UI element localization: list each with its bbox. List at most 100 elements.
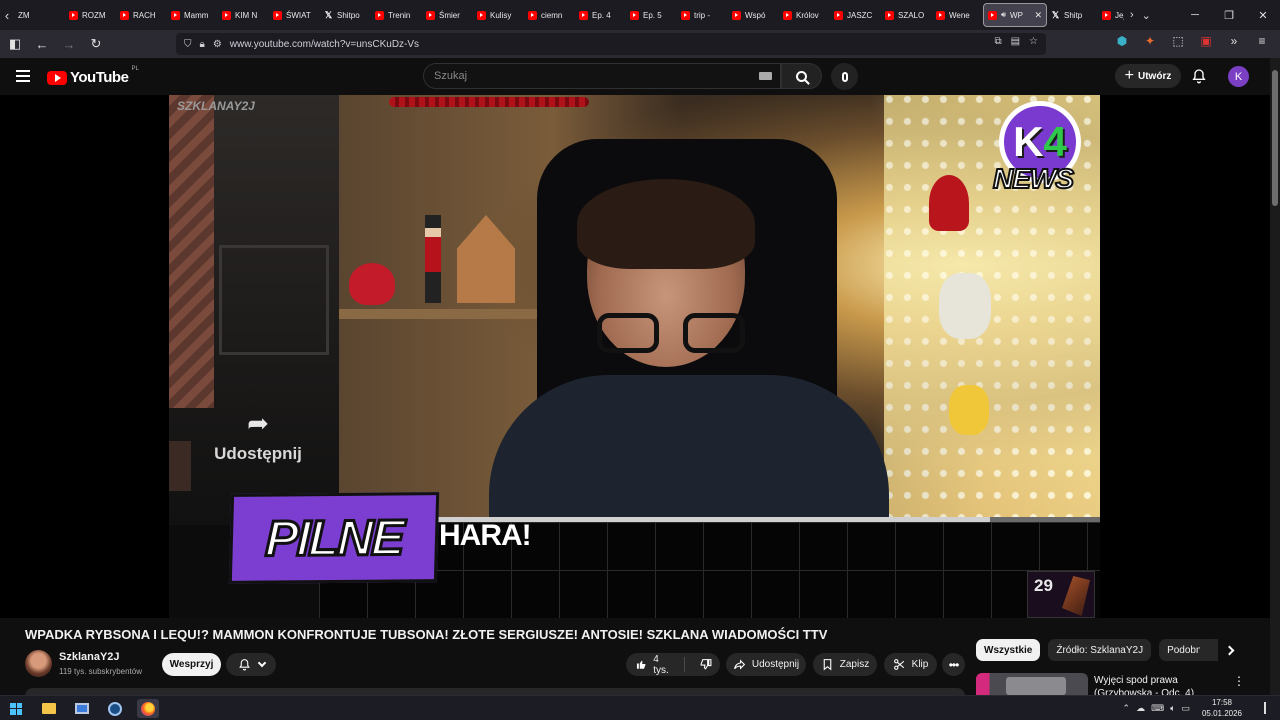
page-scrollbar[interactable]	[1270, 58, 1280, 695]
filter-chip[interactable]: Źródło: SzklanaY2J	[1048, 639, 1152, 661]
browser-tab[interactable]: Ep. 5	[626, 3, 677, 27]
network-icon[interactable]: ⌨	[1151, 703, 1164, 714]
keyboard-icon[interactable]	[759, 72, 772, 80]
browser-tab[interactable]: ciemn	[524, 3, 575, 27]
vpn-shield-icon[interactable]: ⬢	[1114, 34, 1130, 48]
notifications-button[interactable]	[1190, 67, 1208, 85]
browser-tab[interactable]: 𝕏 Shitpo	[320, 3, 371, 27]
show-desktop-button[interactable]	[1264, 702, 1272, 714]
browser-tab[interactable]: SZALO	[881, 3, 932, 27]
lock-icon[interactable]: 🔒︎	[200, 39, 205, 50]
menu-icon[interactable]: ≡	[1254, 34, 1270, 48]
volume-icon[interactable]: 🔈︎	[1170, 703, 1175, 714]
sidebar-toggle-icon[interactable]: ◧	[3, 32, 27, 56]
tab-list-dropdown-icon[interactable]: ⌄	[1142, 9, 1151, 22]
reload-icon[interactable]: ↻	[84, 32, 108, 56]
recommendation-menu-icon[interactable]: ⋮	[1233, 674, 1245, 688]
browser-tab[interactable]: Trenin	[371, 3, 422, 27]
minimize-icon[interactable]: ─	[1178, 0, 1212, 30]
stream-side-panel: SZKLANAY2J ➦ Udostępnij	[169, 95, 339, 525]
save-button[interactable]: Zapisz	[813, 653, 877, 676]
tab-audio-icon[interactable]: 🔊︎	[1001, 10, 1006, 20]
battery-icon[interactable]: ▭	[1181, 703, 1190, 714]
browser-tab[interactable]: RACH	[116, 3, 167, 27]
like-button[interactable]: 4 tys.	[626, 654, 685, 676]
youtube-masthead: YouTube PL + Utwórz K	[0, 58, 1270, 95]
clip-button[interactable]: Klip	[884, 653, 937, 676]
steam-icon[interactable]	[104, 699, 126, 718]
browser-tab[interactable]: Śmier	[422, 3, 473, 27]
permissions-icon[interactable]: ⚙︎	[213, 39, 222, 50]
search-input[interactable]	[434, 70, 734, 82]
video-frame[interactable]: SZKLANAY2J ➦ Udostępnij K4 NEWS PILNE HA…	[169, 95, 1100, 618]
extensions-icon[interactable]: ⬚	[1170, 34, 1186, 48]
create-button[interactable]: + Utwórz	[1115, 64, 1181, 88]
browser-tab-active[interactable]: 🔊︎ WP ✕	[983, 3, 1047, 27]
tab-label: Shitp	[1064, 10, 1083, 20]
browser-tab[interactable]: ZM	[14, 3, 65, 27]
firefox-account-icon[interactable]: ✦	[1142, 34, 1158, 48]
tray-overflow-icon[interactable]: ⌃	[1123, 703, 1131, 714]
chips-next-button[interactable]	[1218, 639, 1240, 661]
search-button[interactable]	[781, 63, 822, 89]
url-text[interactable]: www.youtube.com/watch?v=unsCKuDz-Vs	[230, 39, 419, 50]
youtube-logo[interactable]: YouTube PL	[47, 66, 139, 86]
channel-avatar[interactable]	[25, 650, 52, 677]
scrollbar-thumb[interactable]	[1272, 70, 1278, 206]
tab-close-icon[interactable]: ✕	[1034, 10, 1042, 21]
browser-tab[interactable]: Kulisy	[473, 3, 524, 27]
bookmark-star-icon[interactable]: ☆	[1029, 36, 1038, 47]
urgent-banner-label: PILNE	[263, 508, 405, 568]
youtube-favicon-icon	[120, 10, 129, 20]
recommendation-title[interactable]: Wyjęci spod prawa (Grzybowska - Odc. 4)	[1094, 674, 1230, 696]
support-button[interactable]: Wesprzyj	[162, 653, 221, 676]
news-logo-mark-icon: K4	[1013, 118, 1067, 165]
tabs-scroll-left-icon[interactable]: ‹	[0, 0, 14, 30]
browser-tab[interactable]: Jeju	[1098, 3, 1124, 27]
urgent-banner: PILNE	[228, 492, 440, 584]
picture-in-picture-icon[interactable]: ⧉	[994, 36, 1001, 47]
browser-tab[interactable]: KIM N	[218, 3, 269, 27]
browser-tab[interactable]: Mamm	[167, 3, 218, 27]
extension-badge-icon[interactable]: ▣	[1198, 34, 1214, 48]
recommendation-thumbnail[interactable]	[976, 673, 1088, 695]
close-window-icon[interactable]: ✕	[1246, 0, 1280, 30]
taskbar-clock[interactable]: 17:58 05.01.2026	[1200, 697, 1244, 719]
channel-name[interactable]: SzklanaY2J	[59, 651, 120, 663]
news-logo: K4 NEWS	[992, 101, 1089, 211]
url-bar[interactable]: ⛉ 🔒︎ ⚙︎ www.youtube.com/watch?v=unsCKuDz…	[176, 33, 1046, 55]
shield-icon[interactable]: ⛉	[184, 39, 192, 50]
file-explorer-icon[interactable]	[38, 699, 60, 718]
dislike-button[interactable]	[691, 658, 720, 671]
share-arrow-icon: ➦	[247, 408, 269, 438]
more-tools-icon[interactable]: »	[1226, 34, 1242, 48]
start-button[interactable]	[5, 699, 27, 718]
remote-desktop-icon[interactable]	[71, 699, 93, 718]
account-avatar[interactable]: K	[1228, 66, 1249, 87]
restore-icon[interactable]: ❐	[1212, 0, 1246, 30]
browser-tab[interactable]: Ep. 4	[575, 3, 626, 27]
firefox-icon[interactable]	[137, 699, 159, 718]
share-overlay-button[interactable]: ➦ Udostępnij	[203, 410, 313, 464]
tabs-scroll-right-icon[interactable]: ›	[1130, 9, 1134, 21]
browser-tab[interactable]: trip -	[677, 3, 728, 27]
cloud-icon[interactable]: ☁	[1136, 703, 1145, 714]
browser-tab[interactable]: Wene	[932, 3, 983, 27]
browser-tab[interactable]: 𝕏 Shitp	[1047, 3, 1098, 27]
create-label: Utwórz	[1138, 70, 1172, 82]
voice-search-button[interactable]	[831, 63, 858, 90]
browser-tab[interactable]: ROZM	[65, 3, 116, 27]
browser-tab[interactable]: Królov	[779, 3, 830, 27]
forward-icon[interactable]: →	[57, 32, 81, 56]
subscription-bell-button[interactable]	[226, 653, 276, 676]
video-player[interactable]: SZKLANAY2J ➦ Udostępnij K4 NEWS PILNE HA…	[0, 95, 1270, 618]
browser-tab[interactable]: JASZC	[830, 3, 881, 27]
filter-chip[interactable]: Wszystkie	[976, 639, 1041, 661]
reader-view-icon[interactable]: ▤	[1011, 36, 1020, 47]
guide-menu-icon[interactable]	[16, 70, 30, 82]
back-icon[interactable]: ←	[30, 32, 54, 56]
browser-tab[interactable]: Wspó	[728, 3, 779, 27]
share-button[interactable]: Udostępnij	[726, 653, 806, 676]
browser-tab[interactable]: ŚWIAT	[269, 3, 320, 27]
more-actions-icon[interactable]: •••	[942, 653, 965, 676]
